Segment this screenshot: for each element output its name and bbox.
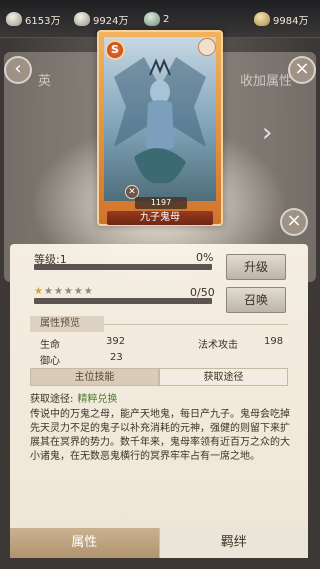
close-button[interactable]: ×	[288, 56, 316, 84]
hero-card[interactable]: S ✕ 1197 九子鬼母	[97, 30, 223, 226]
tab-main-skill[interactable]: 主位技能	[30, 368, 159, 386]
hero-portrait	[104, 37, 216, 201]
star-rating: ★★★★★★	[34, 286, 94, 297]
currency-value: 9924万	[93, 15, 129, 27]
star-icon: ★	[73, 286, 84, 297]
silver-coin-icon	[6, 12, 22, 26]
defense-label: 御心	[40, 356, 60, 367]
currency-jade: 2	[144, 10, 169, 28]
acquire-source: 获取途径: 精粹兑换	[30, 390, 117, 405]
info-subtabs: 主位技能 获取途径	[30, 368, 288, 386]
star-icon: ★	[83, 286, 94, 297]
defense-value: 23	[110, 352, 123, 363]
currency-value: 6153万	[25, 15, 61, 27]
silver-ingot-icon	[74, 12, 90, 26]
currency-value: 2	[163, 13, 170, 25]
magic-attack-label: 法术攻击	[198, 340, 238, 351]
grade-badge: S	[105, 40, 125, 60]
currency-silver: 6153万	[6, 10, 60, 28]
tab-bonds[interactable]: 羁绊	[158, 528, 308, 558]
magic-attack-value: 198	[264, 336, 284, 347]
back-button[interactable]: ‹	[4, 56, 32, 84]
currency-silver-ingot: 9924万	[74, 10, 128, 28]
star-icon: ★	[63, 286, 74, 297]
background-tab-left: 英	[38, 74, 52, 89]
hp-label: 生命	[40, 340, 60, 351]
hp-value: 392	[106, 336, 126, 347]
hero-portrait-art	[114, 57, 206, 184]
gold-ingot-icon	[254, 12, 270, 26]
source-label: 获取途径:	[30, 394, 74, 405]
star-icon: ★	[53, 286, 64, 297]
currency-value: 9984万	[273, 15, 309, 27]
background-tab-right: 收加属性	[240, 74, 293, 89]
favorite-icon[interactable]	[198, 38, 216, 56]
star-icon: ★	[43, 286, 54, 297]
upgrade-button[interactable]: 升级	[226, 254, 286, 280]
level-progress-bar	[34, 264, 212, 270]
hero-power: 1197	[135, 197, 187, 209]
hero-description: 传说中的万鬼之母，能产天地鬼，每日产九子。鬼母会吃掉先天灵力不足的鬼子以补充消耗…	[30, 409, 290, 462]
tab-attributes[interactable]: 属性	[10, 528, 159, 558]
attribute-preview-tag: 属性预览	[30, 316, 104, 332]
bottom-tab-bar: 属性 羁绊	[10, 528, 308, 558]
star-icon: ★	[34, 286, 44, 297]
star-progress-bar	[34, 298, 212, 304]
tab-source[interactable]: 获取途径	[159, 368, 288, 386]
next-arrow-icon[interactable]: ›	[262, 118, 272, 148]
hero-name: 九子鬼母	[107, 211, 213, 225]
jade-token-icon	[144, 12, 160, 26]
source-link[interactable]: 精粹兑换	[77, 394, 117, 405]
currency-gold: 9984万	[254, 10, 308, 28]
level-percent: 0%	[196, 251, 214, 264]
summon-button[interactable]: 召唤	[226, 287, 286, 313]
